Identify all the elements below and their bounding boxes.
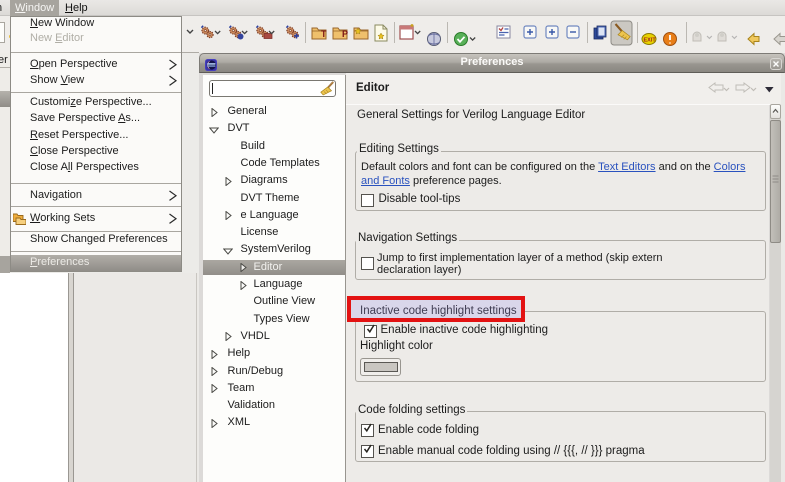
svg-text:T: T <box>321 29 327 39</box>
svg-text:P: P <box>342 29 348 39</box>
svg-text:EXIT: EXIT <box>644 38 657 44</box>
